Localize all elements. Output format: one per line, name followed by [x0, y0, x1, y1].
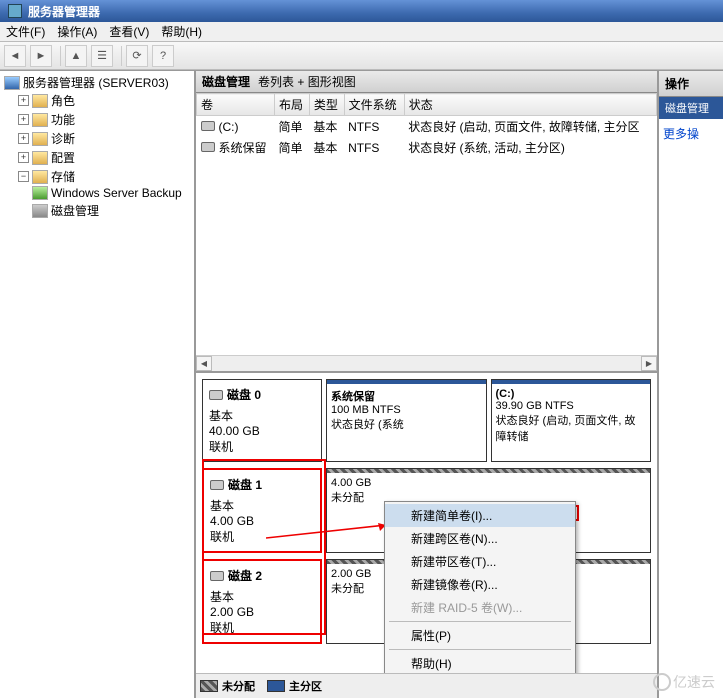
center-pane: 磁盘管理 卷列表 + 图形视图 卷 布局 类型 文件系统 状态 (C:)简单基本…	[196, 71, 659, 698]
folder-icon	[32, 170, 48, 184]
context-menu: 新建简单卷(I)... 新建跨区卷(N)... 新建带区卷(T)... 新建镜像…	[384, 501, 576, 673]
col-layout[interactable]: 布局	[275, 94, 310, 116]
volume-icon	[201, 142, 215, 152]
tree-diagnostics[interactable]: +诊断	[18, 130, 192, 147]
disk-icon	[210, 571, 224, 581]
menu-bar: 文件(F) 操作(A) 查看(V) 帮助(H)	[0, 22, 723, 42]
menu-new-striped-volume[interactable]: 新建带区卷(T)...	[385, 550, 575, 573]
legend-unallocated-swatch	[200, 680, 218, 692]
table-row[interactable]: 系统保留简单基本NTFS状态良好 (系统, 活动, 主分区)	[197, 137, 657, 158]
scroll-right-icon[interactable]: ▶	[641, 356, 657, 371]
server-icon	[4, 76, 20, 90]
col-status[interactable]: 状态	[404, 94, 656, 116]
diskmgmt-icon	[32, 204, 48, 218]
partition[interactable]: (C:)39.90 GB NTFS状态良好 (启动, 页面文件, 故障转储	[491, 379, 652, 462]
toolbar-separator	[121, 46, 122, 66]
help-button[interactable]: ?	[152, 45, 174, 67]
menu-new-mirrored-volume[interactable]: 新建镜像卷(R)...	[385, 573, 575, 596]
nav-back-button[interactable]: ◄	[4, 45, 26, 67]
disk-info[interactable]: 磁盘 0基本40.00 GB联机	[202, 379, 322, 462]
menu-file[interactable]: 文件(F)	[6, 23, 45, 40]
scroll-track[interactable]	[212, 356, 641, 371]
tree-diskmgmt[interactable]: 磁盘管理	[32, 202, 192, 219]
up-button[interactable]: ▲	[65, 45, 87, 67]
col-fs[interactable]: 文件系统	[344, 94, 404, 116]
menu-help[interactable]: 帮助(H)	[385, 652, 575, 673]
folder-icon	[32, 151, 48, 165]
tree-storage[interactable]: −存储	[18, 168, 192, 185]
expand-icon[interactable]: +	[18, 152, 29, 163]
watermark: 亿速云	[653, 672, 715, 692]
properties-button[interactable]: ☰	[91, 45, 113, 67]
backup-icon	[32, 186, 48, 200]
actions-subheader: 磁盘管理	[659, 97, 723, 119]
expand-icon[interactable]: +	[18, 133, 29, 144]
col-volume[interactable]: 卷	[197, 94, 275, 116]
folder-icon	[32, 94, 48, 108]
scroll-left-icon[interactable]: ◀	[196, 356, 212, 371]
legend-bar: 未分配 主分区	[196, 673, 657, 698]
watermark-icon	[653, 673, 671, 691]
watermark-text: 亿速云	[673, 672, 715, 692]
center-title: 磁盘管理	[202, 73, 250, 90]
menu-view[interactable]: 查看(V)	[109, 23, 149, 40]
navigation-pane: 服务器管理器 (SERVER03) +角色 +功能 +诊断 +配置 −存储 Wi…	[0, 71, 196, 698]
center-header: 磁盘管理 卷列表 + 图形视图	[196, 71, 657, 93]
actions-pane: 操作 磁盘管理 更多操	[659, 71, 723, 698]
nav-forward-button[interactable]: ►	[30, 45, 52, 67]
menu-help[interactable]: 帮助(H)	[161, 23, 202, 40]
folder-icon	[32, 132, 48, 146]
tree-features[interactable]: +功能	[18, 111, 192, 128]
partition[interactable]: 系统保留100 MB NTFS状态良好 (系统	[326, 379, 487, 462]
tree-wsb[interactable]: Windows Server Backup	[32, 186, 192, 200]
menu-new-raid5-volume: 新建 RAID-5 卷(W)...	[385, 596, 575, 619]
tree-config[interactable]: +配置	[18, 149, 192, 166]
folder-icon	[32, 113, 48, 127]
legend-primary-swatch	[267, 680, 285, 692]
disk-graphical-pane: 磁盘 0基本40.00 GB联机系统保留100 MB NTFS状态良好 (系统(…	[196, 373, 657, 673]
disk-row: 磁盘 0基本40.00 GB联机系统保留100 MB NTFS状态良好 (系统(…	[202, 379, 651, 462]
horizontal-scrollbar[interactable]: ◀ ▶	[196, 355, 657, 371]
refresh-button[interactable]: ⟳	[126, 45, 148, 67]
collapse-icon[interactable]: −	[18, 171, 29, 182]
tool-bar: ◄ ► ▲ ☰ ⟳ ?	[0, 42, 723, 70]
menu-separator	[389, 621, 571, 622]
menu-new-simple-volume[interactable]: 新建简单卷(I)...	[385, 504, 575, 527]
actions-more-link[interactable]: 更多操	[659, 119, 723, 148]
legend-primary-label: 主分区	[289, 678, 322, 694]
legend-unallocated-label: 未分配	[222, 678, 255, 694]
disk-icon	[209, 390, 223, 400]
disk-info[interactable]: 磁盘 1基本4.00 GB联机	[202, 468, 322, 553]
tree-roles[interactable]: +角色	[18, 92, 192, 109]
volume-list: 卷 布局 类型 文件系统 状态 (C:)简单基本NTFS状态良好 (启动, 页面…	[196, 93, 657, 373]
col-type[interactable]: 类型	[309, 94, 344, 116]
actions-header: 操作	[659, 71, 723, 97]
menu-separator	[389, 649, 571, 650]
center-subtitle: 卷列表 + 图形视图	[258, 73, 356, 90]
table-row[interactable]: (C:)简单基本NTFS状态良好 (启动, 页面文件, 故障转储, 主分区	[197, 116, 657, 138]
tree-root-label: 服务器管理器 (SERVER03)	[23, 74, 169, 91]
toolbar-separator	[60, 46, 61, 66]
disk-info[interactable]: 磁盘 2基本2.00 GB联机	[202, 559, 322, 644]
expand-icon[interactable]: +	[18, 95, 29, 106]
menu-new-spanned-volume[interactable]: 新建跨区卷(N)...	[385, 527, 575, 550]
window-title: 服务器管理器	[28, 3, 100, 20]
tree-root[interactable]: 服务器管理器 (SERVER03)	[4, 74, 192, 91]
app-icon	[8, 4, 22, 18]
window-title-bar: 服务器管理器	[0, 0, 723, 22]
volume-icon	[201, 121, 215, 131]
menu-action[interactable]: 操作(A)	[57, 23, 97, 40]
menu-properties[interactable]: 属性(P)	[385, 624, 575, 647]
expand-icon[interactable]: +	[18, 114, 29, 125]
disk-icon	[210, 480, 224, 490]
